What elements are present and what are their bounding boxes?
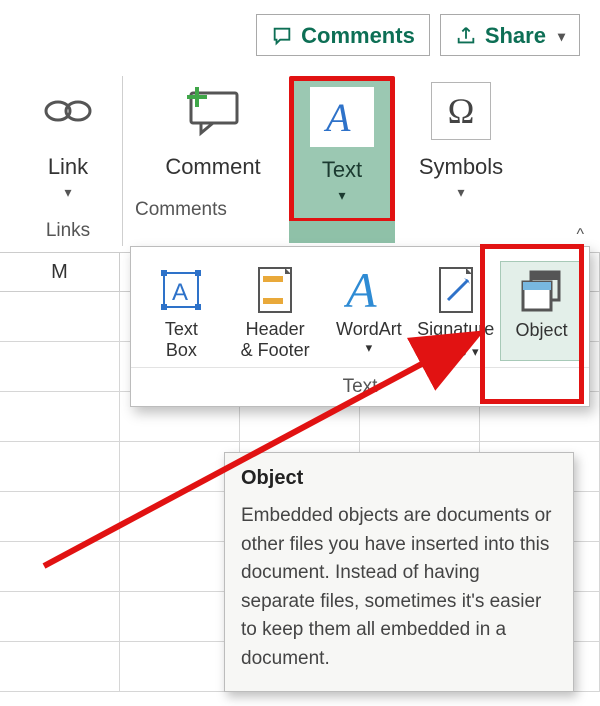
comment-bubble-icon: [271, 25, 293, 47]
separator: [122, 76, 123, 246]
chevron-down-icon: ▾: [472, 344, 479, 359]
comment-label: Comment: [165, 154, 260, 180]
text-highlight-trail: [289, 221, 395, 243]
link-icon: [40, 76, 96, 146]
text-box-label-1: Text: [165, 319, 198, 340]
signature-line-button[interactable]: Signature Line ▾: [413, 261, 498, 361]
comments-button[interactable]: Comments: [256, 14, 430, 56]
object-icon: [517, 262, 567, 320]
comments-button-label: Comments: [301, 23, 415, 49]
symbols-dropdown[interactable]: Ω Symbols ▾: [401, 76, 521, 201]
text-box-button[interactable]: A Text Box: [139, 261, 224, 361]
signature-line-label-2: Line: [433, 340, 467, 360]
comments-section-label: Comments: [133, 198, 293, 221]
header-footer-label-1: Header: [246, 319, 305, 340]
comment-button[interactable]: Comment Comments: [143, 76, 283, 221]
tooltip-title: Object: [241, 467, 557, 490]
collapse-ribbon-icon[interactable]: ^: [576, 226, 584, 244]
text-dropdown[interactable]: A Text ▾: [283, 76, 401, 243]
text-box-icon: A: [156, 261, 206, 319]
new-comment-icon: [181, 76, 245, 146]
link-group[interactable]: Link ▾ Links: [18, 76, 118, 242]
object-label: Object: [516, 320, 568, 341]
chevron-down-icon: ▾: [338, 187, 345, 204]
column-header[interactable]: M: [0, 253, 120, 291]
svg-text:A: A: [323, 95, 351, 139]
chevron-down-icon: ▾: [64, 184, 71, 201]
svg-text:A: A: [344, 263, 377, 317]
symbols-label: Symbols: [419, 154, 503, 180]
chevron-down-icon: ▾: [457, 184, 464, 201]
object-tooltip: Object Embedded objects are documents or…: [224, 452, 574, 692]
ribbon: Link ▾ Links Comment Comments A Text ▾: [0, 66, 600, 246]
links-section-label: Links: [28, 219, 108, 242]
object-button[interactable]: Object: [500, 261, 583, 361]
text-label: Text: [322, 157, 362, 183]
svg-text:A: A: [172, 279, 188, 306]
tooltip-body: Embedded objects are documents or other …: [241, 502, 557, 673]
chevron-down-icon: ▾: [558, 28, 565, 45]
text-icon: A: [310, 87, 374, 147]
share-button[interactable]: Share ▾: [440, 14, 580, 56]
title-bar-actions: Comments Share ▾: [0, 0, 600, 66]
signature-line-label-1: Signature: [417, 319, 494, 340]
dropdown-group-label: Text: [131, 367, 589, 406]
header-footer-button[interactable]: Header & Footer: [226, 261, 325, 361]
wordart-label: WordArt: [336, 319, 402, 340]
wordart-button[interactable]: A WordArt ▾: [326, 261, 411, 361]
omega-icon: Ω: [431, 82, 491, 140]
chevron-down-icon: ▾: [366, 340, 373, 356]
text-dropdown-panel: A Text Box Header & Footer A WordA: [130, 246, 590, 407]
text-box-label-2: Box: [166, 340, 197, 361]
header-footer-icon: [253, 261, 297, 319]
header-footer-label-2: & Footer: [241, 340, 310, 361]
signature-line-icon: [434, 261, 478, 319]
share-icon: [455, 25, 477, 47]
wordart-icon: A: [344, 261, 394, 319]
link-label: Link: [48, 154, 88, 180]
share-button-label: Share: [485, 23, 546, 49]
